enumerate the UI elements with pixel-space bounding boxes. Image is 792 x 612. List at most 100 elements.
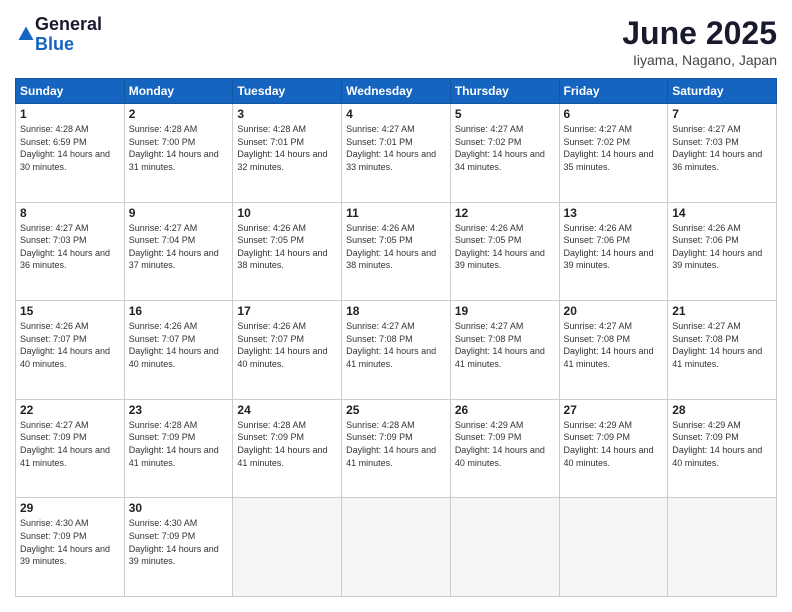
- calendar-row: 1 Sunrise: 4:28 AMSunset: 6:59 PMDaylight…: [16, 104, 777, 203]
- cell-text: Sunrise: 4:26 AMSunset: 7:06 PMDaylight:…: [672, 223, 762, 271]
- logo-general: General: [35, 15, 102, 35]
- table-row: 19 Sunrise: 4:27 AMSunset: 7:08 PMDayligh…: [450, 301, 559, 400]
- table-row: 29 Sunrise: 4:30 AMSunset: 7:09 PMDayligh…: [16, 498, 125, 597]
- table-row: 13 Sunrise: 4:26 AMSunset: 7:06 PMDayligh…: [559, 202, 668, 301]
- cell-text: Sunrise: 4:27 AMSunset: 7:04 PMDaylight:…: [129, 223, 219, 271]
- cell-text: Sunrise: 4:26 AMSunset: 7:05 PMDaylight:…: [237, 223, 327, 271]
- day-number: 22: [20, 403, 120, 417]
- col-monday: Monday: [124, 79, 233, 104]
- cell-text: Sunrise: 4:28 AMSunset: 7:09 PMDaylight:…: [346, 420, 436, 468]
- day-number: 30: [129, 501, 229, 515]
- logo-text: General Blue: [35, 15, 102, 55]
- col-sunday: Sunday: [16, 79, 125, 104]
- day-number: 15: [20, 304, 120, 318]
- day-number: 19: [455, 304, 555, 318]
- day-number: 20: [564, 304, 664, 318]
- table-row: 11 Sunrise: 4:26 AMSunset: 7:05 PMDayligh…: [342, 202, 451, 301]
- table-row: [559, 498, 668, 597]
- day-number: 24: [237, 403, 337, 417]
- cell-text: Sunrise: 4:27 AMSunset: 7:03 PMDaylight:…: [20, 223, 110, 271]
- logo-blue: Blue: [35, 35, 102, 55]
- day-number: 16: [129, 304, 229, 318]
- month-title: June 2025: [622, 15, 777, 52]
- table-row: 15Sunrise: 4:26 AMSunset: 7:07 PMDayligh…: [16, 301, 125, 400]
- day-number: 14: [672, 206, 772, 220]
- table-row: [450, 498, 559, 597]
- table-row: [668, 498, 777, 597]
- calendar-row: 8 Sunrise: 4:27 AMSunset: 7:03 PMDaylight…: [16, 202, 777, 301]
- header-row: Sunday Monday Tuesday Wednesday Thursday…: [16, 79, 777, 104]
- table-row: 2Sunrise: 4:28 AMSunset: 7:00 PMDaylight…: [124, 104, 233, 203]
- title-block: June 2025 Iiyama, Nagano, Japan: [622, 15, 777, 68]
- table-row: 17 Sunrise: 4:26 AMSunset: 7:07 PMDayligh…: [233, 301, 342, 400]
- table-row: 10 Sunrise: 4:26 AMSunset: 7:05 PMDayligh…: [233, 202, 342, 301]
- logo: General Blue: [15, 15, 102, 55]
- calendar-row: 29 Sunrise: 4:30 AMSunset: 7:09 PMDayligh…: [16, 498, 777, 597]
- page: General Blue June 2025 Iiyama, Nagano, J…: [0, 0, 792, 612]
- day-number: 4: [346, 107, 446, 121]
- table-row: 3 Sunrise: 4:28 AMSunset: 7:01 PMDaylight…: [233, 104, 342, 203]
- cell-text: Sunrise: 4:27 AMSunset: 7:08 PMDaylight:…: [346, 321, 436, 369]
- day-number: 1: [20, 107, 120, 121]
- table-row: 9 Sunrise: 4:27 AMSunset: 7:04 PMDaylight…: [124, 202, 233, 301]
- day-number: 12: [455, 206, 555, 220]
- day-number: 25: [346, 403, 446, 417]
- header: General Blue June 2025 Iiyama, Nagano, J…: [15, 15, 777, 68]
- day-number: 13: [564, 206, 664, 220]
- table-row: 8 Sunrise: 4:27 AMSunset: 7:03 PMDaylight…: [16, 202, 125, 301]
- subtitle: Iiyama, Nagano, Japan: [622, 52, 777, 68]
- cell-text: Sunrise: 4:27 AMSunset: 7:03 PMDaylight:…: [672, 124, 762, 172]
- cell-text: Sunrise: 4:29 AMSunset: 7:09 PMDaylight:…: [455, 420, 545, 468]
- cell-text: Sunrise: 4:27 AMSunset: 7:08 PMDaylight:…: [455, 321, 545, 369]
- cell-text: Sunrise: 4:27 AMSunset: 7:08 PMDaylight:…: [564, 321, 654, 369]
- day-number: 8: [20, 206, 120, 220]
- cell-text: Sunrise: 4:30 AMSunset: 7:09 PMDaylight:…: [20, 518, 110, 566]
- col-thursday: Thursday: [450, 79, 559, 104]
- cell-text: Sunrise: 4:27 AMSunset: 7:08 PMDaylight:…: [672, 321, 762, 369]
- table-row: 23Sunrise: 4:28 AMSunset: 7:09 PMDayligh…: [124, 399, 233, 498]
- cell-text: Sunrise: 4:28 AMSunset: 7:01 PMDaylight:…: [237, 124, 327, 172]
- day-number: 11: [346, 206, 446, 220]
- table-row: 30 Sunrise: 4:30 AMSunset: 7:09 PMDayligh…: [124, 498, 233, 597]
- table-row: 22Sunrise: 4:27 AMSunset: 7:09 PMDayligh…: [16, 399, 125, 498]
- cell-text: Sunrise: 4:27 AMSunset: 7:01 PMDaylight:…: [346, 124, 436, 172]
- day-number: 3: [237, 107, 337, 121]
- day-number: 6: [564, 107, 664, 121]
- table-row: 28 Sunrise: 4:29 AMSunset: 7:09 PMDayligh…: [668, 399, 777, 498]
- calendar-table: Sunday Monday Tuesday Wednesday Thursday…: [15, 78, 777, 597]
- col-wednesday: Wednesday: [342, 79, 451, 104]
- table-row: 26 Sunrise: 4:29 AMSunset: 7:09 PMDayligh…: [450, 399, 559, 498]
- table-row: 21Sunrise: 4:27 AMSunset: 7:08 PMDayligh…: [668, 301, 777, 400]
- cell-text: Sunrise: 4:26 AMSunset: 7:05 PMDaylight:…: [346, 223, 436, 271]
- day-number: 10: [237, 206, 337, 220]
- day-number: 9: [129, 206, 229, 220]
- cell-text: Sunrise: 4:30 AMSunset: 7:09 PMDaylight:…: [129, 518, 219, 566]
- cell-text: Sunrise: 4:26 AMSunset: 7:05 PMDaylight:…: [455, 223, 545, 271]
- cell-text: Sunrise: 4:28 AMSunset: 7:09 PMDaylight:…: [129, 420, 219, 468]
- table-row: 25 Sunrise: 4:28 AMSunset: 7:09 PMDayligh…: [342, 399, 451, 498]
- day-number: 18: [346, 304, 446, 318]
- table-row: [233, 498, 342, 597]
- table-row: 5Sunrise: 4:27 AMSunset: 7:02 PMDaylight…: [450, 104, 559, 203]
- cell-text: Sunrise: 4:27 AMSunset: 7:02 PMDaylight:…: [455, 124, 545, 172]
- cell-text: Sunrise: 4:26 AMSunset: 7:06 PMDaylight:…: [564, 223, 654, 271]
- table-row: 12 Sunrise: 4:26 AMSunset: 7:05 PMDayligh…: [450, 202, 559, 301]
- day-number: 29: [20, 501, 120, 515]
- day-number: 26: [455, 403, 555, 417]
- cell-text: Sunrise: 4:26 AMSunset: 7:07 PMDaylight:…: [237, 321, 327, 369]
- col-friday: Friday: [559, 79, 668, 104]
- day-number: 17: [237, 304, 337, 318]
- table-row: 1 Sunrise: 4:28 AMSunset: 6:59 PMDaylight…: [16, 104, 125, 203]
- cell-text: Sunrise: 4:28 AMSunset: 7:00 PMDaylight:…: [129, 124, 219, 172]
- day-number: 27: [564, 403, 664, 417]
- calendar-row: 22Sunrise: 4:27 AMSunset: 7:09 PMDayligh…: [16, 399, 777, 498]
- table-row: 4 Sunrise: 4:27 AMSunset: 7:01 PMDaylight…: [342, 104, 451, 203]
- day-number: 28: [672, 403, 772, 417]
- cell-text: Sunrise: 4:28 AMSunset: 6:59 PMDaylight:…: [20, 124, 110, 172]
- cell-text: Sunrise: 4:26 AMSunset: 7:07 PMDaylight:…: [129, 321, 219, 369]
- day-number: 7: [672, 107, 772, 121]
- table-row: [342, 498, 451, 597]
- cell-text: Sunrise: 4:29 AMSunset: 7:09 PMDaylight:…: [672, 420, 762, 468]
- table-row: 16 Sunrise: 4:26 AMSunset: 7:07 PMDayligh…: [124, 301, 233, 400]
- logo-icon: [17, 25, 35, 43]
